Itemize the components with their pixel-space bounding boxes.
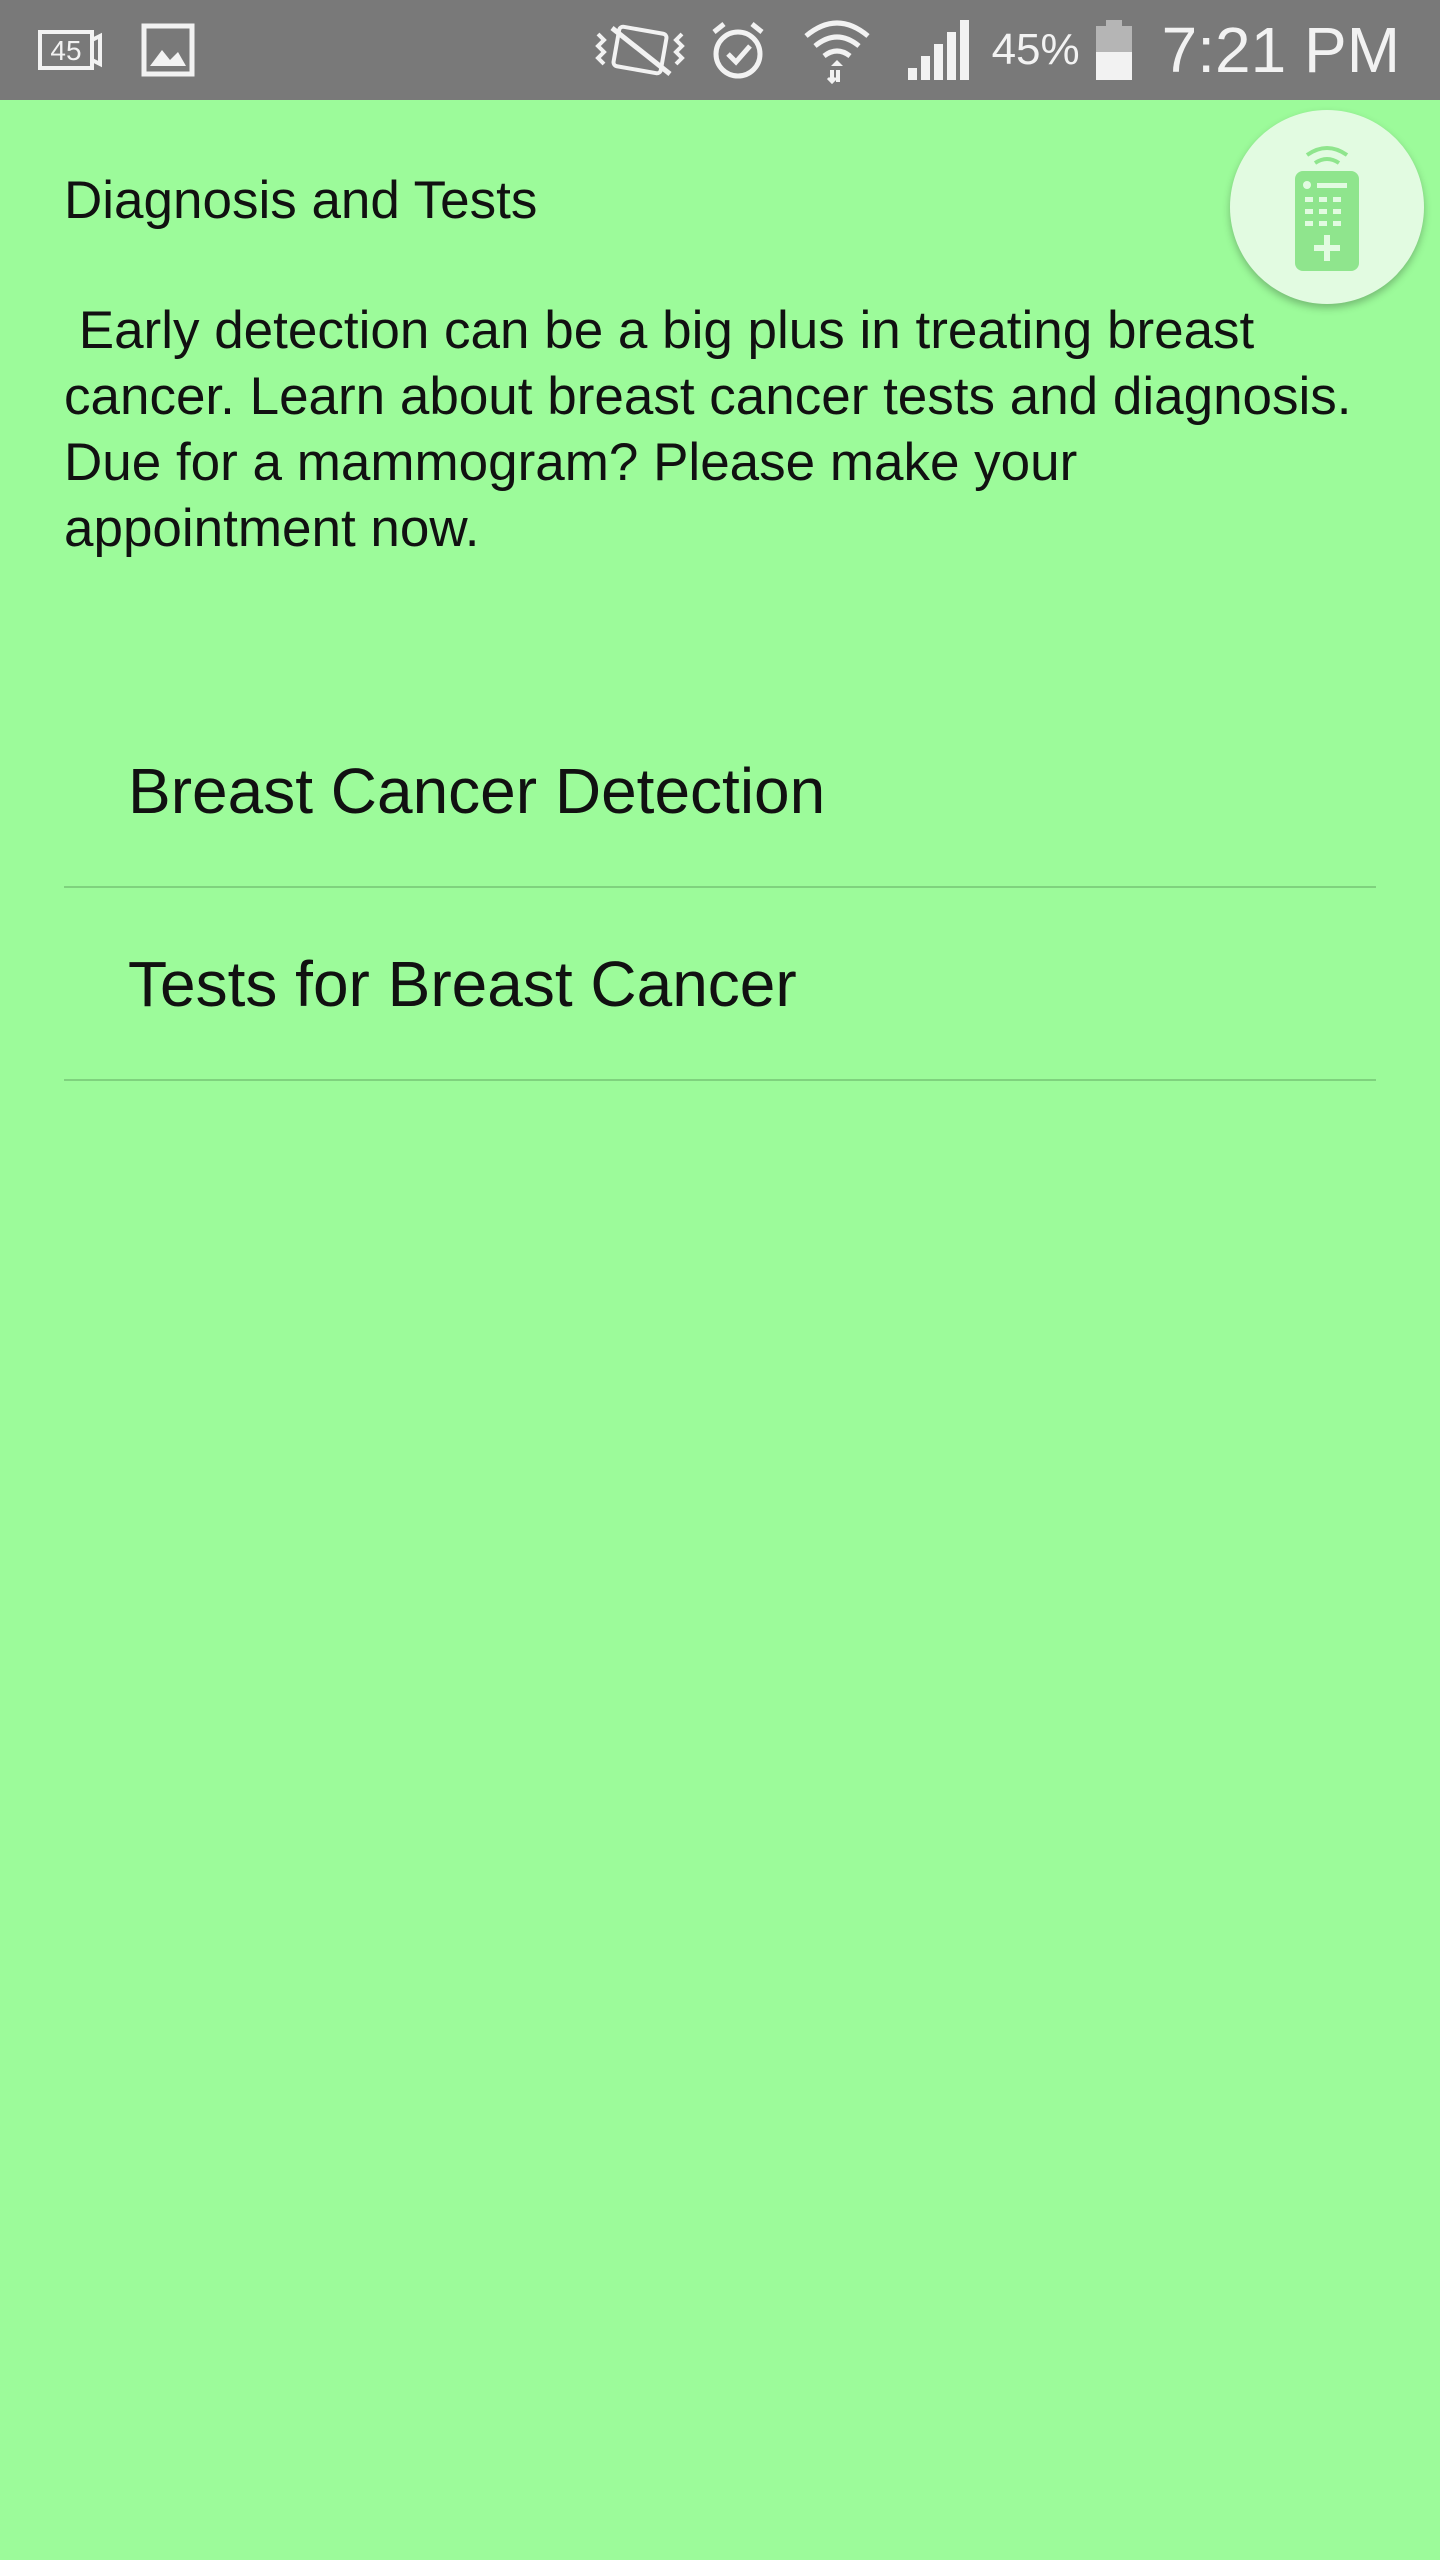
notification-badge-text: 45: [50, 35, 81, 66]
wifi-icon: [802, 16, 872, 84]
topic-list: Breast Cancer Detection Tests for Breast…: [64, 695, 1376, 1081]
status-bar-left: 45: [34, 0, 196, 100]
image-icon: [140, 22, 196, 78]
status-time: 7:21 PM: [1161, 14, 1400, 86]
page-title: Diagnosis and Tests: [64, 171, 538, 230]
remote-control-icon: [1277, 137, 1377, 277]
battery-percent: 45%: [991, 25, 1080, 74]
remote-control-button[interactable]: [1230, 110, 1424, 304]
list-item-breast-cancer-detection[interactable]: Breast Cancer Detection: [64, 695, 1376, 888]
status-bar: 45 45% 7:21 PM: [0, 0, 1440, 100]
alarm-icon: [708, 18, 768, 82]
notification-badge-icon: 45: [34, 22, 106, 78]
vibrate-icon: [592, 20, 688, 80]
list-item-label: Tests for Breast Cancer: [128, 947, 797, 1020]
battery-icon: [1094, 18, 1134, 82]
signal-icon: [906, 18, 970, 82]
list-item-label: Breast Cancer Detection: [128, 754, 826, 827]
status-bar-right: 45% 7:21 PM: [592, 0, 1400, 100]
list-item-tests-for-breast-cancer[interactable]: Tests for Breast Cancer: [64, 888, 1376, 1081]
intro-text: Early detection can be a big plus in tre…: [64, 301, 1367, 558]
